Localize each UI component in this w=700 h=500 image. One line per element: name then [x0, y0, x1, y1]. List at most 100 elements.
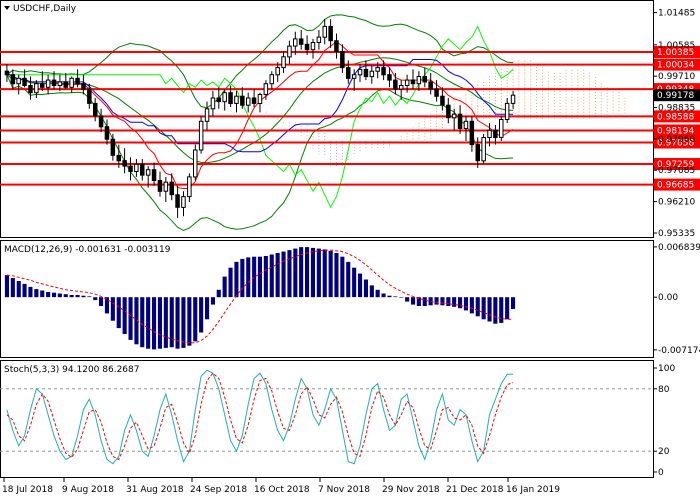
ichimoku-cloud [212, 60, 626, 167]
macd-bar [305, 247, 310, 298]
candle-body [446, 104, 451, 119]
macd-bar [216, 289, 221, 298]
candle [151, 162, 157, 186]
candle-body [457, 113, 463, 129]
candle [40, 71, 45, 91]
candle [98, 108, 104, 133]
candle-body [22, 77, 27, 87]
time-tick-label: 24 Sep 2018 [190, 485, 247, 495]
macd-tick-label: 0.006839 [658, 243, 700, 253]
macd-bar [63, 294, 68, 298]
candle [463, 116, 469, 141]
candle [204, 101, 210, 131]
macd-bar [463, 297, 468, 311]
candle-body [16, 77, 21, 85]
candle-body [163, 181, 169, 192]
candle-body [399, 85, 404, 90]
candle [451, 108, 457, 131]
macd-bar [375, 289, 380, 298]
candle-body [40, 83, 45, 88]
candle-body [393, 79, 398, 90]
time-tick-label: 31 Aug 2018 [126, 485, 184, 495]
candle [4, 64, 10, 82]
macd-bar [487, 297, 492, 322]
candle [193, 144, 198, 181]
macd-bar [334, 253, 339, 298]
candle [469, 116, 475, 152]
candle-body [157, 180, 163, 192]
candle [287, 40, 292, 64]
candle [93, 98, 98, 122]
stoch-panel-frame [0, 360, 654, 478]
stoch-tick-label: 100 [658, 364, 675, 374]
macd-bar [263, 256, 268, 298]
price-tick-label: 0.96210 [658, 198, 695, 208]
candle [181, 191, 186, 217]
macd-bar [505, 297, 510, 320]
candle-body [281, 56, 286, 69]
macd-bar [163, 297, 168, 348]
macd-bar [87, 296, 92, 298]
candle [198, 116, 204, 154]
macd-bar [240, 258, 245, 298]
level-label: 1.00034 [657, 61, 694, 71]
macd-bar [146, 297, 151, 349]
candle-body [87, 88, 92, 104]
candle-body [210, 97, 216, 110]
stoch-label: Stoch(5,3,3) 94.1200 86.2687 [4, 365, 139, 375]
stoch-tick-label: 80 [658, 385, 670, 395]
macd-bar [187, 297, 192, 346]
candle [216, 87, 221, 109]
stochastic-indicator: 100 80 20 0 [0, 364, 675, 478]
candle-body [234, 95, 239, 104]
candle [175, 185, 180, 219]
macd-bar [475, 297, 480, 317]
candle [28, 76, 33, 100]
candle-body [93, 102, 98, 117]
macd-bar [411, 297, 416, 305]
time-tick-label: 9 Aug 2018 [62, 485, 114, 495]
candle [45, 74, 51, 95]
candle [234, 90, 239, 113]
macd-bar [93, 297, 98, 301]
macd-bar [199, 297, 204, 333]
candle-body [98, 115, 104, 128]
macd-bar [405, 297, 410, 302]
candle [210, 90, 216, 116]
candle-body [116, 154, 121, 162]
macd-bar [281, 251, 286, 298]
stoch-tick-label: 20 [658, 447, 670, 457]
macd-bar [369, 285, 374, 298]
macd-bar [275, 253, 280, 298]
candle-body [34, 83, 39, 94]
macd-bar [257, 256, 262, 298]
candle-body [293, 38, 298, 47]
candle-body [151, 169, 157, 181]
candle-body [475, 144, 480, 162]
macd-tick-label: -0.007174 [658, 346, 700, 356]
macd-bar [22, 283, 27, 298]
candle [157, 171, 163, 197]
macd-bar [28, 286, 33, 298]
candle [499, 116, 504, 141]
candle [63, 73, 68, 90]
macd-bar [440, 297, 445, 306]
candle-body [351, 74, 357, 79]
candle-body [346, 67, 351, 79]
macd-bar [310, 247, 315, 298]
candle-body [216, 97, 221, 103]
candle [163, 176, 169, 202]
macd-bar [34, 289, 39, 298]
candle-body [122, 160, 127, 167]
candle-body [369, 70, 375, 78]
candle [69, 76, 74, 93]
macd-bar [152, 297, 157, 350]
macd-bar [140, 297, 145, 348]
macd-bar [399, 297, 404, 298]
candle-body [104, 126, 110, 140]
candle-body [4, 70, 10, 76]
candle-body [499, 119, 504, 138]
time-tick-label: 18 Jul 2018 [2, 485, 53, 495]
time-tick-label: 21 Dec 2018 [446, 485, 504, 495]
candle-body [246, 97, 251, 106]
